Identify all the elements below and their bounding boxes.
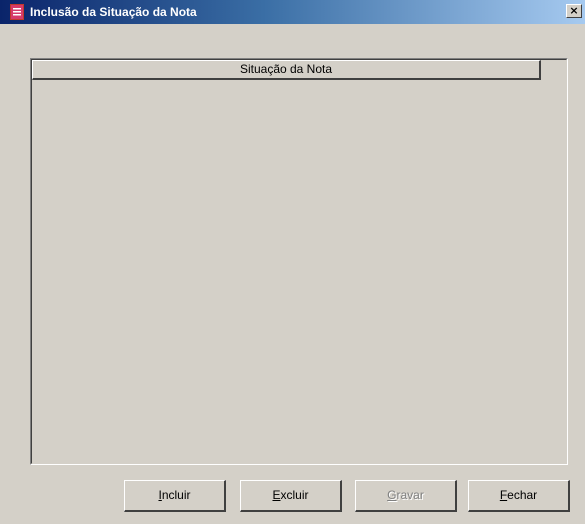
column-header-situacao[interactable]: Situação da Nota bbox=[32, 60, 541, 80]
gravar-button[interactable]: Gravar bbox=[355, 480, 457, 512]
gravar-label: ravar bbox=[396, 488, 424, 502]
gravar-accel: G bbox=[387, 488, 397, 502]
grid-body[interactable]: Situação da Nota bbox=[31, 59, 567, 464]
dialog-window: Inclusão da Situação da Nota × Situação … bbox=[0, 0, 585, 524]
close-button[interactable]: × bbox=[566, 4, 582, 18]
excluir-button[interactable]: Excluir bbox=[240, 480, 342, 512]
document-icon bbox=[10, 4, 24, 20]
close-icon: × bbox=[569, 4, 579, 17]
fechar-label: echar bbox=[507, 488, 538, 502]
excluir-label: xcluir bbox=[280, 488, 309, 502]
incluir-button[interactable]: Incluir bbox=[124, 480, 226, 512]
title-bar[interactable]: Inclusão da Situação da Nota × bbox=[0, 0, 585, 24]
situacao-grid[interactable]: Situação da Nota bbox=[30, 58, 568, 465]
fechar-button[interactable]: Fechar bbox=[468, 480, 570, 512]
incluir-label: ncluir bbox=[161, 488, 191, 502]
window-title: Inclusão da Situação da Nota bbox=[30, 5, 197, 19]
excluir-accel: E bbox=[272, 488, 281, 502]
